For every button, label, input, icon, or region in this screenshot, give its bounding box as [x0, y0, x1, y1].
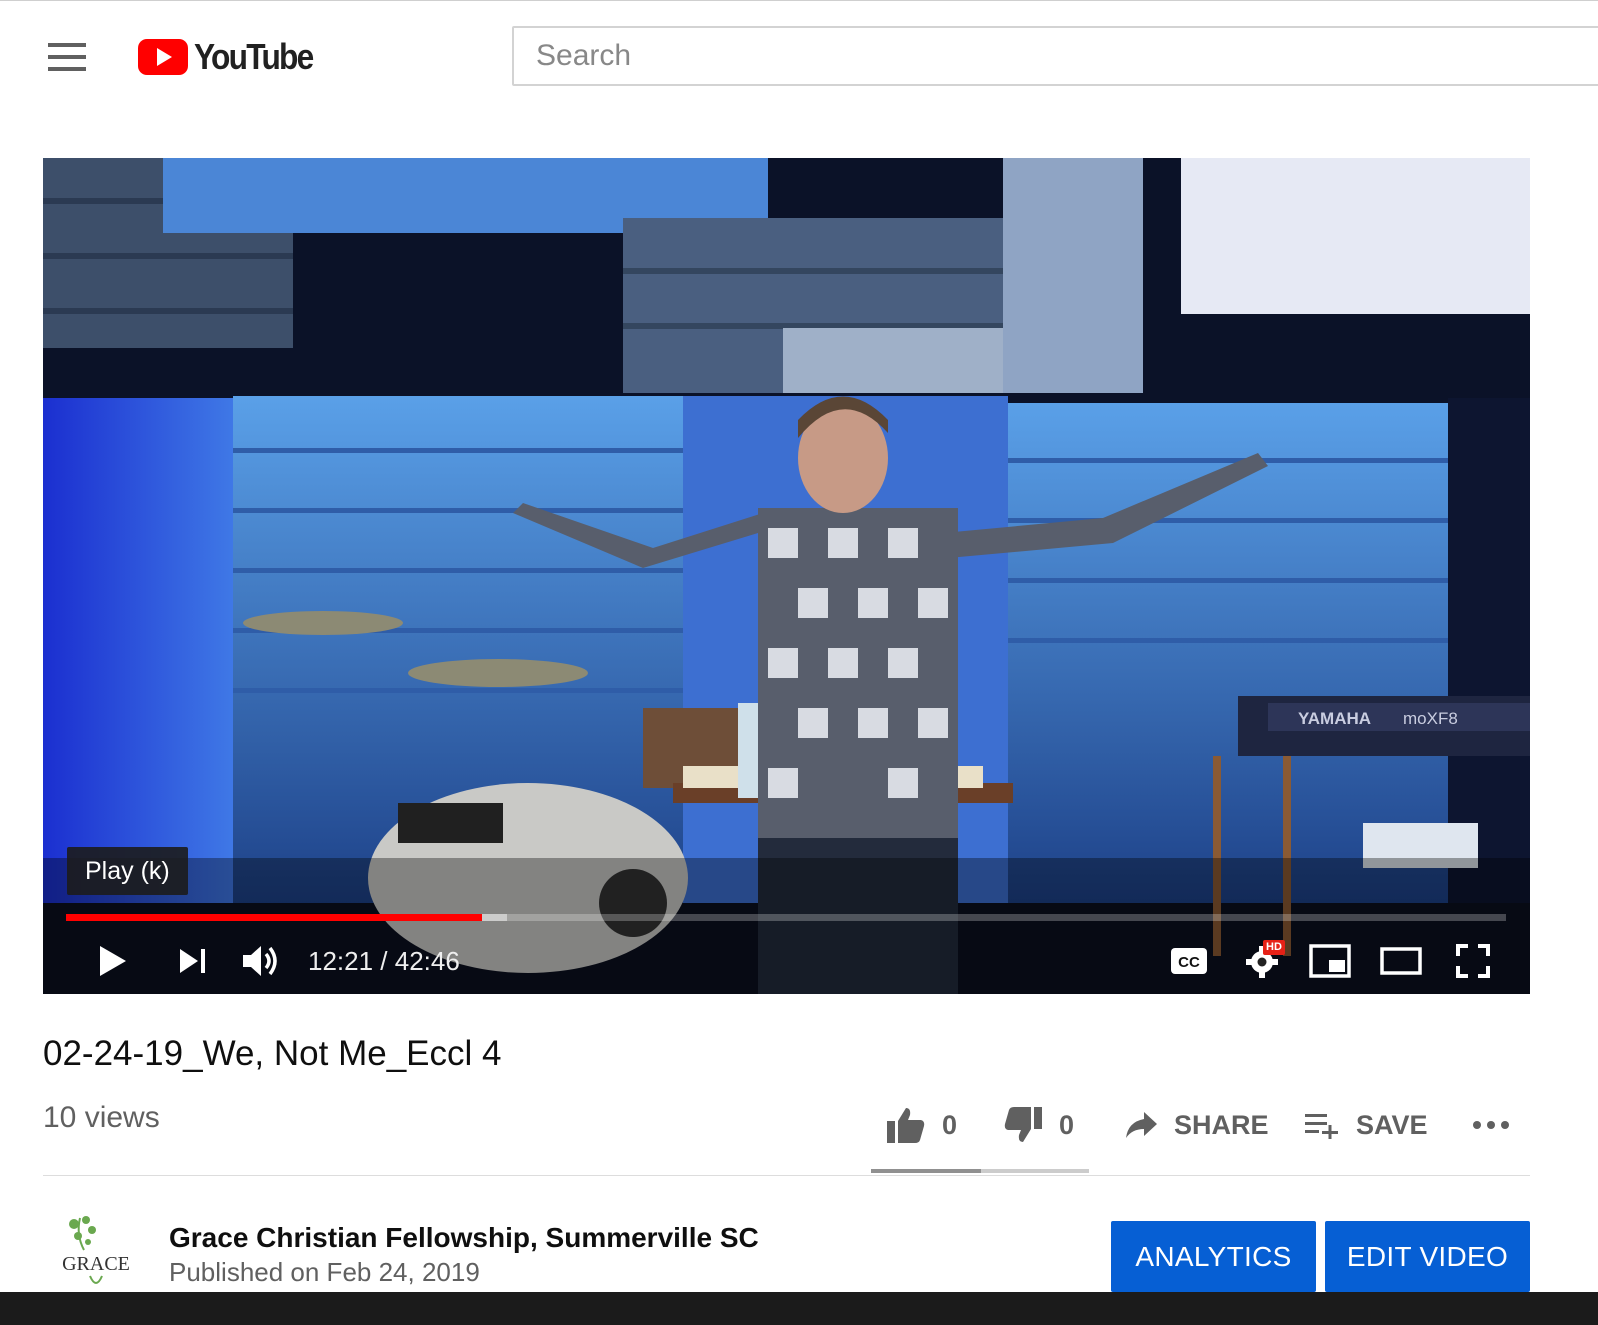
channel-avatar[interactable]: GRACE: [56, 1210, 138, 1292]
time-display: 12:21 / 42:46: [308, 942, 460, 980]
keyboard-brand-label: YAMAHA: [1298, 709, 1371, 728]
more-horizontal-icon: [1473, 1121, 1509, 1129]
played-bar: [66, 914, 483, 921]
share-button[interactable]: SHARE: [1124, 1100, 1269, 1150]
play-tooltip: Play (k): [67, 847, 188, 895]
time-separator: /: [373, 946, 395, 976]
save-button[interactable]: SAVE: [1304, 1100, 1428, 1150]
thumbs-down-icon: [1004, 1107, 1042, 1142]
like-count: 0: [942, 1109, 958, 1140]
theater-mode-icon[interactable]: [1379, 938, 1423, 984]
save-label: SAVE: [1356, 1109, 1428, 1140]
more-actions-button[interactable]: [1472, 1100, 1510, 1150]
next-icon[interactable]: [173, 938, 213, 984]
share-icon: [1126, 1112, 1157, 1138]
bottom-edge: [0, 1292, 1598, 1325]
youtube-logo[interactable]: YouTube: [138, 36, 329, 77]
hamburger-menu-icon[interactable]: [48, 43, 86, 71]
player-controls: 12:21 / 42:46 CC HD: [43, 928, 1530, 994]
hd-badge: HD: [1263, 940, 1285, 955]
play-icon[interactable]: [93, 938, 133, 984]
duration: 42:46: [394, 946, 460, 976]
edit-video-button[interactable]: EDIT VIDEO: [1325, 1221, 1530, 1292]
volume-icon[interactable]: [238, 938, 284, 984]
info-divider: [43, 1175, 1530, 1176]
current-time: 12:21: [308, 946, 374, 976]
avatar-logo-text: GRACE: [62, 1253, 130, 1275]
search-input[interactable]: [512, 26, 1598, 86]
sentiment-like-portion: [871, 1169, 981, 1173]
publish-date: Published on Feb 24, 2019: [169, 1257, 480, 1287]
captions-icon[interactable]: CC: [1167, 938, 1211, 984]
settings-icon[interactable]: HD: [1239, 938, 1287, 984]
fullscreen-icon[interactable]: [1451, 938, 1495, 984]
youtube-play-logo-icon: [138, 39, 188, 75]
masthead: YouTube: [0, 0, 1598, 113]
like-button[interactable]: 0: [886, 1100, 957, 1150]
progress-bar[interactable]: [66, 914, 1506, 921]
video-frame: YAMAHA moXF8: [43, 158, 1530, 994]
analytics-button[interactable]: ANALYTICS: [1111, 1221, 1316, 1292]
dislike-count: 0: [1059, 1109, 1075, 1140]
share-label: SHARE: [1174, 1109, 1269, 1140]
view-count: 10 views: [43, 1101, 160, 1134]
keyboard-model-label: moXF8: [1403, 709, 1458, 728]
video-player[interactable]: YAMAHA moXF8 Play (k) 12:21 / 42:46 CC H…: [43, 158, 1530, 994]
dislike-button[interactable]: 0: [1003, 1100, 1074, 1150]
channel-name[interactable]: Grace Christian Fellowship, Summerville …: [169, 1222, 759, 1254]
sentiment-bar: [871, 1169, 1089, 1173]
miniplayer-icon[interactable]: [1308, 938, 1352, 984]
add-to-playlist-icon: [1305, 1114, 1338, 1139]
video-title: 02-24-19_We, Not Me_Eccl 4: [43, 1034, 502, 1073]
logo-text: YouTube: [194, 36, 314, 77]
thumbs-up-icon: [887, 1108, 925, 1143]
svg-text:CC: CC: [1178, 954, 1200, 971]
